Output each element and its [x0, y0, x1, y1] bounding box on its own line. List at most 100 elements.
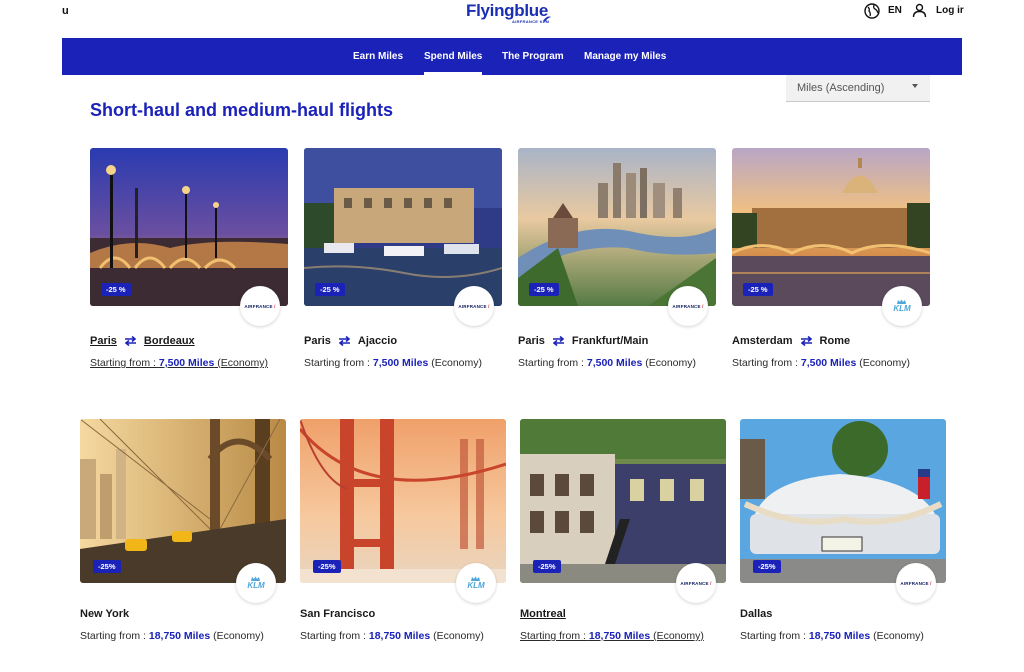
discount-badge: -25%	[93, 560, 121, 573]
price-line[interactable]: Starting from : 18,750 Miles (Economy)	[300, 630, 484, 642]
language-selector[interactable]: EN	[888, 5, 902, 16]
price-miles: 18,750 Miles	[148, 630, 211, 642]
discount-badge: -25%	[753, 560, 781, 573]
price-miles: 18,750 Miles	[368, 630, 431, 642]
flyingblue-logo[interactable]: Flyingblue AIRFRANCE KLM	[466, 2, 556, 28]
destination-card[interactable]: -25% AIRFRANCE / Dallas Starting from : …	[740, 419, 946, 654]
destination-image	[740, 419, 946, 583]
route-origin: Paris	[90, 335, 117, 347]
destination-card[interactable]: -25 % AIRFRANCE / Paris Ajaccio Starting…	[304, 148, 502, 378]
section-title: Short-haul and medium-haul flights	[90, 100, 393, 120]
price-prefix: Starting from :	[300, 630, 369, 642]
discount-badge: -25 %	[315, 283, 345, 296]
destination-city: New York	[80, 608, 130, 620]
destination-title[interactable]: Montreal	[520, 608, 566, 620]
klm-logo-text: KLM	[893, 304, 911, 313]
destination-card[interactable]: -25% KLM New York Starting from : 18,750…	[80, 419, 286, 654]
price-prefix: Starting from :	[518, 357, 587, 369]
price-prefix: Starting from :	[80, 630, 149, 642]
route-title[interactable]: Paris Ajaccio	[304, 335, 397, 347]
airline-logo: AIRFRANCE /	[240, 286, 280, 326]
destination-card[interactable]: -25% KLM San Francisco Starting from : 1…	[300, 419, 506, 654]
route-title[interactable]: Paris Frankfurt/Main	[518, 335, 648, 347]
destination-image	[520, 419, 726, 583]
destination-title[interactable]: San Francisco	[300, 608, 375, 620]
route-destination: Bordeaux	[143, 335, 195, 347]
price-cabin: (Economy)	[210, 630, 264, 642]
main-nav: Earn Miles Spend Miles The Program Manag…	[62, 38, 962, 75]
price-prefix: Starting from :	[732, 357, 801, 369]
airline-logo: KLM	[456, 563, 496, 603]
destination-title[interactable]: New York	[80, 608, 129, 620]
airline-logo: KLM	[236, 563, 276, 603]
swap-arrows-icon	[124, 336, 137, 346]
nav-spend-miles[interactable]: Spend Miles	[424, 38, 483, 75]
airfrance-logo-text: AIRFRANCE /	[680, 580, 712, 586]
nav-manage-my-miles[interactable]: Manage my Miles	[584, 38, 666, 75]
price-miles: 7,500 Miles	[158, 357, 215, 369]
route-destination: Ajaccio	[357, 335, 398, 347]
route-title[interactable]: Amsterdam Rome	[732, 335, 850, 347]
top-bar: u Flyingblue AIRFRANCE KLM EN Log ir	[0, 0, 1024, 36]
swap-arrows-icon	[338, 336, 351, 346]
destination-image	[80, 419, 286, 583]
route-title[interactable]: Paris Bordeaux	[90, 335, 195, 347]
nav-the-program[interactable]: The Program	[502, 38, 564, 75]
airline-logo: KLM	[882, 286, 922, 326]
airfrance-logo-text: AIRFRANCE /	[458, 303, 490, 309]
discount-badge: -25%	[313, 560, 341, 573]
route-destination: Frankfurt/Main	[571, 335, 649, 347]
price-line[interactable]: Starting from : 7,500 Miles (Economy)	[518, 357, 696, 369]
globe-icon[interactable]	[864, 3, 880, 19]
price-prefix: Starting from :	[304, 357, 373, 369]
klm-logo-text: KLM	[247, 581, 265, 590]
logo-wing-icon	[543, 16, 551, 22]
chevron-down-icon	[912, 84, 918, 88]
route-origin: Amsterdam	[732, 335, 793, 347]
price-miles: 18,750 Miles	[808, 630, 871, 642]
discount-badge: -25 %	[743, 283, 773, 296]
destination-card[interactable]: -25% AIRFRANCE / Montreal Starting from …	[520, 419, 726, 654]
destination-city: Dallas	[740, 608, 773, 620]
price-miles: 7,500 Miles	[372, 357, 429, 369]
top-left-link-fragment[interactable]: u	[62, 5, 69, 17]
swap-arrows-icon	[552, 336, 565, 346]
price-line[interactable]: Starting from : 7,500 Miles (Economy)	[304, 357, 482, 369]
airline-logo: AIRFRANCE /	[454, 286, 494, 326]
nav-earn-miles[interactable]: Earn Miles	[353, 38, 403, 75]
route-origin: Paris	[304, 335, 331, 347]
klm-logo: KLM	[467, 576, 485, 590]
destination-card[interactable]: -25 % AIRFRANCE / Paris Bordeaux Startin…	[90, 148, 288, 378]
login-link[interactable]: Log ir	[936, 5, 964, 16]
route-origin: Paris	[518, 335, 545, 347]
destination-title[interactable]: Dallas	[740, 608, 772, 620]
destination-city: Montreal	[520, 608, 566, 620]
airfrance-logo-text: AIRFRANCE /	[244, 303, 276, 309]
sort-selected-value: Miles (Ascending)	[797, 82, 885, 94]
discount-badge: -25%	[533, 560, 561, 573]
klm-logo: KLM	[893, 299, 911, 313]
sort-dropdown[interactable]: Miles (Ascending)	[786, 75, 930, 102]
price-cabin: (Economy)	[856, 357, 910, 369]
price-prefix: Starting from :	[740, 630, 809, 642]
destination-card[interactable]: -25 % AIRFRANCE / Paris Frankfurt/Main S…	[518, 148, 716, 378]
airline-logo: AIRFRANCE /	[668, 286, 708, 326]
price-line[interactable]: Starting from : 7,500 Miles (Economy)	[90, 357, 268, 369]
discount-badge: -25 %	[101, 283, 131, 296]
price-miles: 7,500 Miles	[586, 357, 643, 369]
route-destination: Rome	[819, 335, 851, 347]
destination-card[interactable]: -25 % KLM Amsterdam Rome Starting from :…	[732, 148, 930, 378]
price-cabin: (Economy)	[642, 357, 696, 369]
airfrance-logo-text: AIRFRANCE /	[900, 580, 932, 586]
airline-logo: AIRFRANCE /	[896, 563, 936, 603]
price-prefix: Starting from :	[90, 357, 159, 369]
swap-arrows-icon	[800, 336, 812, 346]
klm-logo: KLM	[247, 576, 265, 590]
price-line[interactable]: Starting from : 18,750 Miles (Economy)	[740, 630, 924, 642]
price-cabin: (Economy)	[430, 630, 484, 642]
price-line[interactable]: Starting from : 18,750 Miles (Economy)	[80, 630, 264, 642]
price-line[interactable]: Starting from : 7,500 Miles (Economy)	[732, 357, 910, 369]
user-icon[interactable]	[912, 3, 927, 18]
price-line[interactable]: Starting from : 18,750 Miles (Economy)	[520, 630, 704, 642]
airline-logo: AIRFRANCE /	[676, 563, 716, 603]
